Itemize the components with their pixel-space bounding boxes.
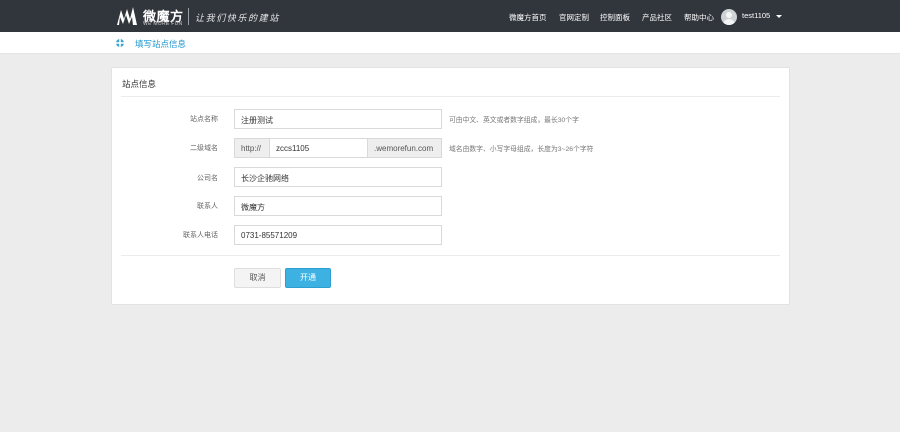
divider xyxy=(121,96,780,97)
site-name-hint: 可由中文、英文或者数字组成，最长30个字 xyxy=(449,117,579,124)
site-name-input[interactable]: 注册测试 xyxy=(234,109,442,129)
nav-community[interactable]: 产品社区 xyxy=(642,12,672,23)
subdomain-input[interactable]: zccs1105 xyxy=(269,138,368,158)
nav-home[interactable]: 微魔方首页 xyxy=(509,12,547,23)
submit-button[interactable]: 开通 xyxy=(285,268,331,288)
subdomain-hint: 域名由数字、小写字母组成，长度为3~26个字符 xyxy=(449,146,594,153)
slogan: 让我们快乐的建站 xyxy=(195,14,280,24)
nav-control-panel[interactable]: 控制面板 xyxy=(600,12,630,23)
wemorefun-logo-icon[interactable] xyxy=(116,5,138,27)
nav-help-center[interactable]: 帮助中心 xyxy=(684,12,714,23)
avatar-head xyxy=(726,12,732,18)
divider xyxy=(121,255,780,256)
brand-subtitle: WE MORE FUN xyxy=(143,21,183,27)
subdomain-suffix: .wemorefun.com xyxy=(367,138,442,158)
company-label: 公司名 xyxy=(197,175,218,182)
card-title: 站点信息 xyxy=(122,79,157,89)
site-name-label: 站点名称 xyxy=(190,116,218,123)
logo-divider xyxy=(188,8,189,25)
chevron-down-icon[interactable] xyxy=(776,15,782,18)
site-info-card: 站点信息 站点名称 注册测试 可由中文、英文或者数字组成，最长30个字 二级域名… xyxy=(111,67,790,305)
contact-input[interactable]: 微魔方 xyxy=(234,196,442,216)
cancel-button[interactable]: 取消 xyxy=(234,268,281,288)
avatar-body xyxy=(723,19,735,25)
company-input[interactable]: 长沙企驰网络 xyxy=(234,167,442,187)
phone-input[interactable]: 0731-85571209 xyxy=(234,225,442,245)
username[interactable]: test1105 xyxy=(742,11,770,20)
subdomain-prefix: http:// xyxy=(234,138,270,158)
user-avatar[interactable] xyxy=(721,9,737,25)
contact-label: 联系人 xyxy=(197,203,218,210)
globe-icon xyxy=(116,39,124,47)
subdomain-label: 二级域名 xyxy=(190,145,218,152)
phone-label: 联系人电话 xyxy=(183,232,218,239)
top-navbar: 微魔方 WE MORE FUN 让我们快乐的建站 微魔方首页 官网定制 控制面板… xyxy=(0,0,900,32)
page-title: 填写站点信息 xyxy=(135,39,187,49)
breadcrumb: 填写站点信息 xyxy=(0,32,900,54)
nav-custom-site[interactable]: 官网定制 xyxy=(559,12,589,23)
